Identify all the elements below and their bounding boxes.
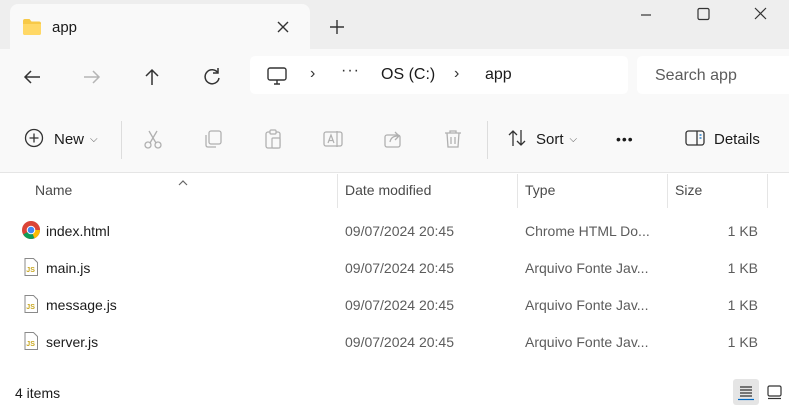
- rename-button[interactable]: [322, 125, 344, 153]
- plus-circle-icon: [23, 127, 45, 152]
- tab-title: app: [52, 19, 78, 36]
- address-bar[interactable]: › ··· OS (C:) › app: [250, 56, 628, 94]
- file-date-modified: 09/07/2024 20:45: [345, 260, 454, 276]
- sort-button[interactable]: Sort ⌵: [506, 125, 577, 153]
- file-name: message.js: [46, 297, 117, 313]
- status-bar: 4 items: [0, 376, 789, 406]
- svg-text:JS: JS: [26, 267, 35, 274]
- tab-app[interactable]: app: [10, 4, 310, 49]
- sort-label: Sort: [536, 130, 564, 148]
- new-tab-button[interactable]: [326, 16, 348, 38]
- new-button[interactable]: New ⌵: [23, 125, 98, 153]
- title-bar: app: [0, 0, 789, 49]
- more-options-button[interactable]: •••: [616, 125, 634, 153]
- maximize-button[interactable]: [679, 0, 727, 30]
- cut-button[interactable]: [142, 125, 164, 153]
- share-button[interactable]: [382, 125, 404, 153]
- search-box[interactable]: Search app: [637, 56, 789, 94]
- file-date-modified: 09/07/2024 20:45: [345, 334, 454, 350]
- search-placeholder: Search app: [655, 67, 737, 84]
- chevron-down-icon: ⌵: [569, 133, 578, 145]
- breadcrumb-chevron-icon[interactable]: ›: [310, 65, 315, 83]
- chevron-down-icon: ⌵: [90, 133, 98, 145]
- file-size: 1 KB: [727, 297, 758, 313]
- column-header: Name Date modified Type Size: [0, 174, 789, 208]
- file-date-modified: 09/07/2024 20:45: [345, 297, 454, 313]
- file-row[interactable]: JS message.js 09/07/2024 20:45 Arquivo F…: [0, 286, 789, 323]
- divider: [487, 121, 488, 159]
- minimize-button[interactable]: [622, 0, 670, 30]
- file-type: Arquivo Fonte Jav...: [525, 260, 649, 276]
- file-name: main.js: [46, 260, 91, 276]
- file-row[interactable]: JS main.js 09/07/2024 20:45 Arquivo Font…: [0, 249, 789, 286]
- close-window-button[interactable]: [736, 0, 784, 30]
- column-type[interactable]: Type: [525, 182, 555, 198]
- computer-icon: [266, 66, 288, 89]
- breadcrumb-os-drive[interactable]: OS (C:): [381, 66, 435, 84]
- folder-icon: [22, 18, 42, 39]
- file-name: server.js: [46, 334, 99, 350]
- chrome-icon: [21, 220, 41, 240]
- file-row[interactable]: index.html 09/07/2024 20:45 Chrome HTML …: [0, 212, 789, 249]
- details-label: Details: [714, 130, 760, 148]
- new-label: New: [54, 130, 85, 148]
- details-button[interactable]: Details: [684, 125, 760, 153]
- sort-ascending-icon: [177, 174, 189, 190]
- svg-text:JS: JS: [26, 304, 35, 311]
- delete-button[interactable]: [442, 125, 464, 153]
- file-size: 1 KB: [727, 334, 758, 350]
- column-divider[interactable]: [517, 174, 518, 208]
- file-row[interactable]: JS server.js 09/07/2024 20:45 Arquivo Fo…: [0, 323, 789, 360]
- svg-text:JS: JS: [26, 341, 35, 348]
- file-list: index.html 09/07/2024 20:45 Chrome HTML …: [0, 212, 789, 360]
- paste-button[interactable]: [262, 125, 284, 153]
- column-divider[interactable]: [337, 174, 338, 208]
- file-type: Arquivo Fonte Jav...: [525, 334, 649, 350]
- copy-button[interactable]: [202, 125, 224, 153]
- column-name[interactable]: Name: [35, 182, 72, 198]
- up-arrow-icon[interactable]: [138, 63, 166, 91]
- item-count: 4 items: [15, 385, 61, 401]
- file-size: 1 KB: [727, 223, 758, 239]
- breadcrumb-app[interactable]: app: [485, 66, 512, 84]
- js-file-icon: JS: [21, 257, 41, 277]
- file-date-modified: 09/07/2024 20:45: [345, 223, 454, 239]
- column-size[interactable]: Size: [675, 182, 702, 198]
- back-arrow-icon[interactable]: [18, 63, 46, 91]
- file-type: Arquivo Fonte Jav...: [525, 297, 649, 313]
- column-divider[interactable]: [667, 174, 668, 208]
- column-date-modified[interactable]: Date modified: [345, 182, 431, 198]
- file-name: index.html: [46, 223, 110, 239]
- details-view-button[interactable]: [733, 379, 759, 405]
- details-pane-icon: [684, 127, 706, 152]
- tiles-view-button[interactable]: [762, 379, 788, 405]
- file-type: Chrome HTML Do...: [525, 223, 650, 239]
- refresh-icon[interactable]: [198, 63, 226, 91]
- breadcrumb-chevron-icon[interactable]: ›: [454, 65, 459, 83]
- sort-arrows-icon: [506, 127, 528, 152]
- forward-arrow-icon[interactable]: [78, 63, 106, 91]
- navigation-bar: › ··· OS (C:) › app Search app: [0, 49, 789, 105]
- breadcrumb-more-button[interactable]: ···: [341, 62, 360, 80]
- js-file-icon: JS: [21, 294, 41, 314]
- close-tab-icon[interactable]: [272, 16, 294, 38]
- command-bar: New ⌵ Sort ⌵ ••• Details: [0, 105, 789, 173]
- column-divider[interactable]: [767, 174, 768, 208]
- js-file-icon: JS: [21, 331, 41, 351]
- divider: [121, 121, 122, 159]
- file-size: 1 KB: [727, 260, 758, 276]
